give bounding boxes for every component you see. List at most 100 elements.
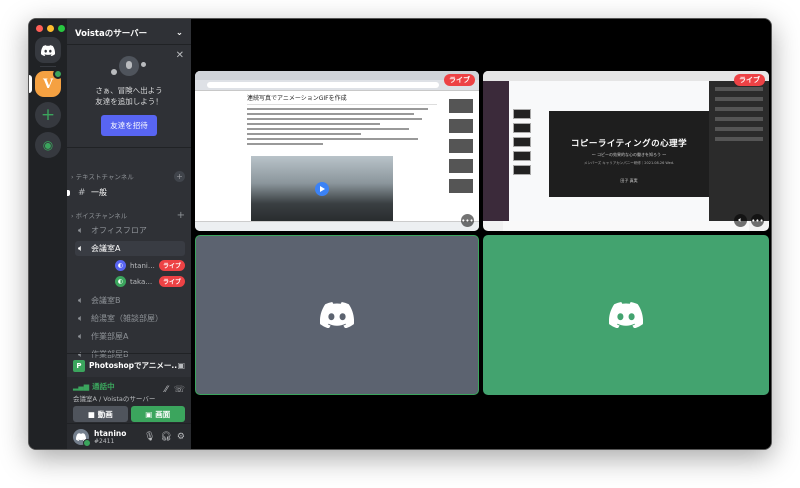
create-voice-channel-icon[interactable]: + <box>177 210 185 221</box>
browser-toolbar <box>195 71 479 91</box>
channel-label: 作業部屋A <box>91 332 129 341</box>
user-panel: htanino #2411 🎙︎ 🎧︎ ⚙ <box>67 423 191 449</box>
more-options-icon[interactable]: ••• <box>461 214 474 227</box>
microphone-icon[interactable]: 🎙︎ <box>144 432 155 442</box>
selected-server-indicator <box>29 75 32 93</box>
category-label: › テキストチャンネル <box>71 173 134 181</box>
more-options-icon[interactable]: ••• <box>751 214 764 227</box>
noise-suppression-icon[interactable]: ⁄⁄ <box>165 385 168 395</box>
category-label: › ボイスチャンネル <box>71 212 128 220</box>
speaker-icon: 🔈︎ <box>78 313 84 324</box>
category-text-channels[interactable]: › テキストチャンネル + <box>71 170 185 182</box>
camera-icon: ■ <box>87 409 95 419</box>
channel-label: 一般 <box>91 188 107 197</box>
slide-meta: メンバーズ キャリアカンパニー研修｜2021.08.26 Wed. <box>583 161 675 165</box>
stream-tile-slides[interactable]: コピーライティングの心理学 〜 コピーの効果的な心の働きを知ろう 〜 メンバーズ… <box>483 71 769 231</box>
slides-side-panel <box>709 81 769 221</box>
voice-panel-controls: ⁄⁄ ☏ <box>165 385 185 395</box>
speaker-icon: 🔈︎ <box>78 225 84 236</box>
unread-indicator <box>67 189 70 196</box>
voice-user-name: htanino <box>130 261 156 270</box>
speaker-icon: 🔈︎ <box>78 331 84 342</box>
voice-channel-lounge[interactable]: 🔈︎ 給湯室（雑談部屋） <box>75 311 185 326</box>
add-server-icon[interactable]: + <box>35 102 61 128</box>
live-badge: ライブ <box>158 276 185 287</box>
zoom-window-button[interactable] <box>58 25 65 32</box>
discord-logo-icon <box>609 302 643 328</box>
server-status-badge <box>53 69 63 79</box>
create-channel-icon[interactable]: + <box>174 170 185 182</box>
speaker-icon: 🔈︎ <box>78 295 84 306</box>
voice-channel-meeting-a[interactable]: 🔈︎ 会議室A <box>75 241 185 256</box>
avatar[interactable] <box>73 428 91 447</box>
voice-action-buttons: ■ 動画 ▣ 画面 <box>73 406 185 422</box>
speaker-icon: 🔈︎ <box>78 243 84 254</box>
mac-dock <box>503 221 749 231</box>
invite-card: ✕ さぁ、冒険へ出よう 友達を追加しよう！ 友達を招待 <box>67 45 191 148</box>
participant-tile-takahiromash[interactable] <box>483 235 769 395</box>
server-header[interactable]: Voistaのサーバー ⌄ <box>67 19 191 45</box>
slide-canvas: コピーライティングの心理学 〜 コピーの効果的な心の働きを知ろう 〜 メンバーズ… <box>549 111 709 197</box>
screen-share-button[interactable]: ▣ 画面 <box>130 406 185 422</box>
invite-illustration-icon <box>105 53 153 83</box>
close-icon[interactable]: ✕ <box>176 50 184 61</box>
slide-author: 田子 真実 <box>620 178 638 183</box>
participant-tile-htanino[interactable] <box>195 235 479 395</box>
voice-channel-work-a[interactable]: 🔈︎ 作業部屋A <box>75 329 185 344</box>
category-voice-channels[interactable]: › ボイスチャンネル + <box>71 209 185 221</box>
live-badge: ライブ <box>158 260 185 271</box>
download-bar <box>195 221 479 231</box>
invite-friends-button[interactable]: 友達を招待 <box>101 115 157 136</box>
photoshop-app-icon: P <box>73 359 85 372</box>
voice-user-htanino[interactable]: ◐ htanino ライブ <box>115 259 185 272</box>
article-content: 連続写真でアニメーションGIFを作成 <box>247 93 437 145</box>
headphones-icon[interactable]: 🎧︎ <box>160 432 171 442</box>
invite-text: さぁ、冒険へ出よう 友達を追加しよう！ <box>67 85 191 107</box>
screen-share-icon[interactable]: ▣ <box>177 361 185 370</box>
sidebar-thumbnails <box>449 99 473 199</box>
voice-channel-office-floor[interactable]: 🔈︎ オフィスフロア <box>75 223 185 238</box>
live-badge: ライブ <box>734 74 765 86</box>
home-discord-icon[interactable] <box>35 37 61 63</box>
stream-tile-browser[interactable]: 連続写真でアニメーションGIFを作成 ライブ ••• <box>195 71 479 231</box>
channel-general[interactable]: # 一般 <box>67 185 185 200</box>
discord-logo-icon <box>320 302 354 328</box>
window-controls <box>36 25 65 32</box>
screen-button-label: 画面 <box>155 409 171 419</box>
stream-stage: 連続写真でアニメーションGIFを作成 ライブ ••• コピーライティングの心理学… <box>191 19 771 449</box>
video-button[interactable]: ■ 動画 <box>73 406 128 422</box>
video-button-label: 動画 <box>97 409 113 419</box>
close-window-button[interactable] <box>36 25 43 32</box>
voice-user-takahiromash[interactable]: ◐ takahiromash... ライブ <box>115 275 185 288</box>
play-icon <box>315 182 329 196</box>
tile-controls: 🔈︎ ••• <box>734 214 764 227</box>
minimize-window-button[interactable] <box>47 25 54 32</box>
mac-menubar <box>483 71 769 81</box>
avatar: ◐ <box>115 260 126 271</box>
slide-title: コピーライティングの心理学 <box>570 139 688 149</box>
channel-label: 給湯室（雑談部屋） <box>91 314 163 323</box>
signal-icon: ▂▄▆ <box>73 382 90 391</box>
live-badge: ライブ <box>444 74 475 86</box>
hash-icon: # <box>78 187 86 198</box>
slide-subtitle: 〜 コピーの効果的な心の働きを知ろう 〜 <box>591 152 667 157</box>
volume-icon[interactable]: 🔈︎ <box>734 214 747 227</box>
server-rail: V + ◉ <box>29 19 67 449</box>
gear-icon[interactable]: ⚙ <box>177 432 185 442</box>
article-photo <box>251 156 393 224</box>
disconnect-call-icon[interactable]: ☏ <box>174 385 185 395</box>
user-info[interactable]: htanino #2411 <box>94 429 144 445</box>
activity-bar[interactable]: P Photoshopでアニメー... ▣ <box>67 353 191 377</box>
invite-text-line1: さぁ、冒険へ出よう <box>95 86 163 95</box>
server-name: Voistaのサーバー <box>75 28 148 39</box>
voice-channel-meeting-b[interactable]: 🔈︎ 会議室B <box>75 293 185 308</box>
slide-thumbnails <box>513 109 531 179</box>
user-name: htanino <box>94 428 127 438</box>
explore-compass-icon[interactable]: ◉ <box>35 132 61 158</box>
rail-separator <box>40 66 56 67</box>
user-controls: 🎙︎ 🎧︎ ⚙ <box>144 432 185 442</box>
article-title: 連続写真でアニメーションGIFを作成 <box>247 93 437 105</box>
channel-label: 会議室A <box>91 244 121 253</box>
discord-window: V + ◉ Voistaのサーバー ⌄ ✕ さぁ、冒険へ出よう 友達を追加しよう… <box>28 18 772 450</box>
user-tag: #2411 <box>94 437 115 445</box>
